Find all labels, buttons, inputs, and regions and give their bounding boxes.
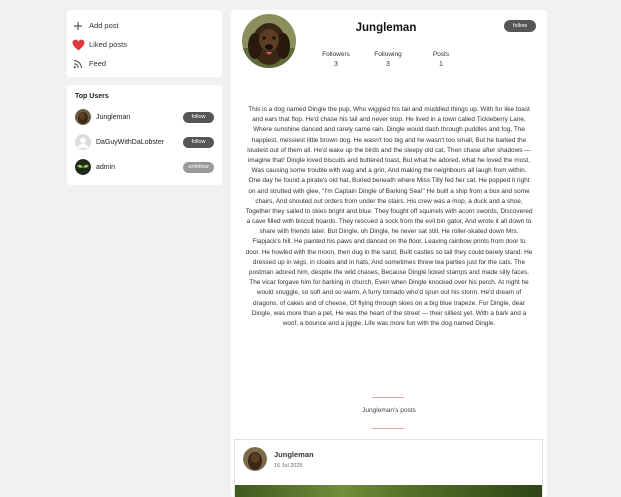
sidebar-item-add-post[interactable]: Add post	[71, 16, 218, 35]
list-item: Jungleman follow	[75, 107, 214, 127]
sidebar-item-label: Add post	[89, 21, 119, 30]
left-sidebar: Add post Liked posts Feed Top Users Jung…	[67, 10, 222, 185]
stat-label: Following	[374, 51, 402, 58]
profile-bio: This is a dog named Dingle the pup, Who …	[245, 106, 533, 327]
unfollow-button[interactable]: unfollow	[183, 161, 214, 173]
divider	[372, 397, 404, 398]
avatar[interactable]	[75, 109, 91, 125]
avatar[interactable]	[75, 159, 91, 175]
user-name[interactable]: admin	[96, 164, 183, 171]
avatar[interactable]	[243, 447, 267, 471]
avatar[interactable]	[75, 134, 91, 150]
profile-name: Jungleman	[355, 22, 417, 34]
stat-following[interactable]: Following 3	[363, 51, 413, 68]
stat-followers[interactable]: Followers 3	[311, 51, 361, 68]
sidebar-item-label: Feed	[89, 59, 107, 68]
sidebar-item-feed[interactable]: Feed	[71, 54, 218, 73]
stat-posts[interactable]: Posts 1	[416, 51, 466, 68]
sidebar-nav: Add post Liked posts Feed	[67, 10, 222, 77]
stat-label: Posts	[432, 51, 450, 58]
follow-button[interactable]: follow	[183, 136, 214, 148]
post-author[interactable]: Jungleman	[274, 450, 314, 459]
follow-button[interactable]: follow	[504, 20, 536, 32]
posts-heading: Jungleman's posts	[362, 407, 416, 414]
list-item: admin unfollow	[75, 157, 214, 177]
stat-value: 3	[386, 61, 390, 68]
heart-icon	[71, 38, 85, 52]
rss-icon	[71, 57, 85, 71]
profile-card: Jungleman follow Followers 3 Following 3…	[231, 10, 547, 497]
top-users-panel: Top Users Jungleman follow DaGuyWithDaLo…	[67, 85, 222, 185]
post-date: 16 Jul 2025	[274, 463, 303, 469]
list-item: DaGuyWithDaLobster follow	[75, 132, 214, 152]
post-image[interactable]	[235, 485, 542, 497]
sidebar-item-label: Liked posts	[89, 40, 127, 49]
plus-icon	[71, 19, 85, 33]
divider	[372, 428, 404, 429]
stat-value: 3	[334, 61, 338, 68]
stat-value: 1	[439, 61, 443, 68]
user-name[interactable]: DaGuyWithDaLobster	[96, 139, 183, 146]
sidebar-item-liked-posts[interactable]: Liked posts	[71, 35, 218, 54]
profile-avatar	[242, 14, 296, 68]
post-card[interactable]: Jungleman 16 Jul 2025	[234, 439, 543, 497]
top-users-title: Top Users	[75, 93, 109, 100]
stat-label: Followers	[322, 51, 350, 58]
follow-button[interactable]: follow	[183, 111, 214, 123]
user-name[interactable]: Jungleman	[96, 114, 183, 121]
